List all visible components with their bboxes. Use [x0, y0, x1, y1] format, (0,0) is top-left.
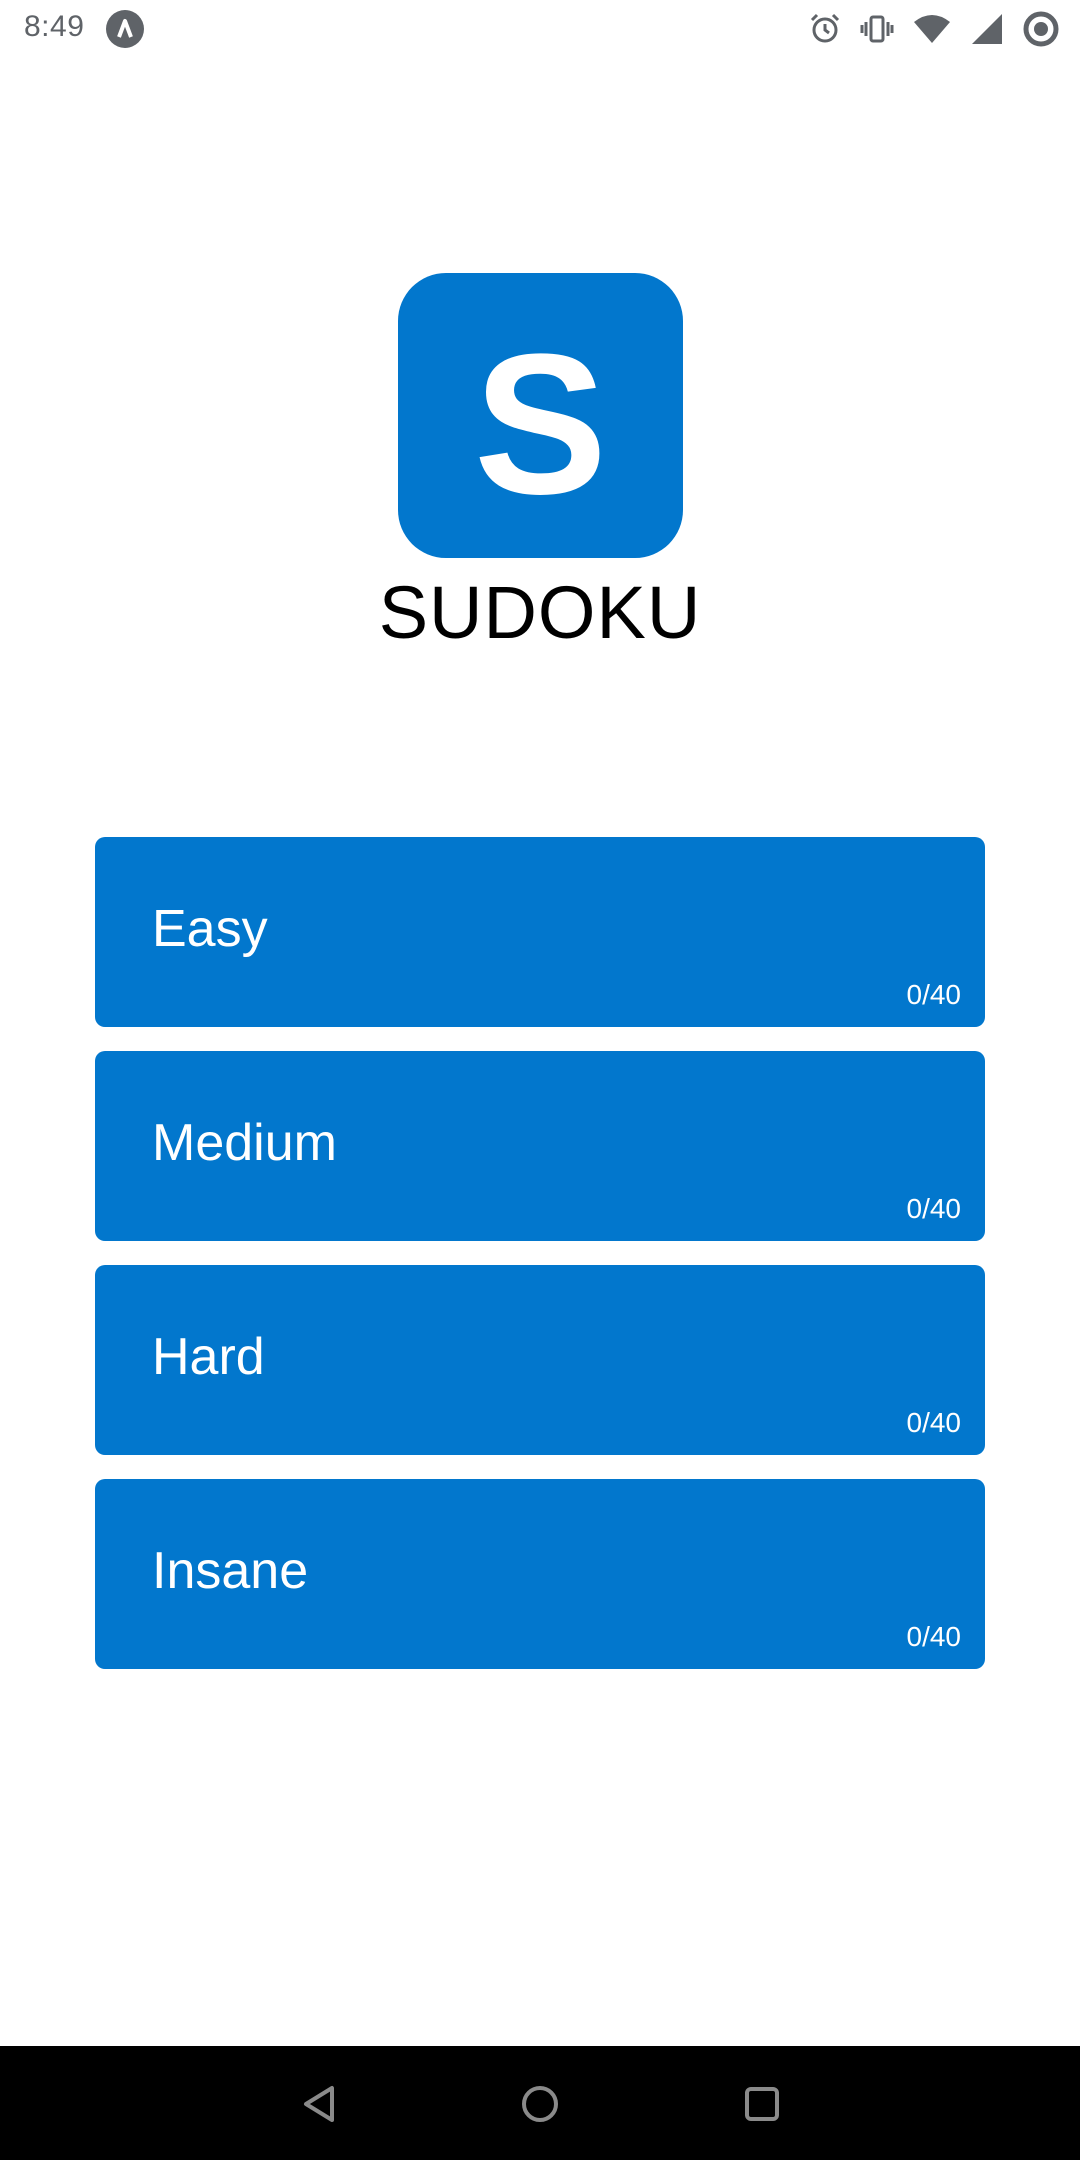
status-bar: 8:49	[0, 0, 1080, 58]
level-button-medium[interactable]: Medium 0/40	[95, 1051, 985, 1241]
vibrate-icon	[860, 12, 894, 46]
level-button-easy[interactable]: Easy 0/40	[95, 837, 985, 1027]
level-progress: 0/40	[906, 1621, 962, 1652]
level-button-insane[interactable]: Insane 0/40	[95, 1479, 985, 1669]
level-name: Hard	[152, 1328, 265, 1386]
status-icons	[808, 8, 1060, 50]
signal-icon	[970, 12, 1004, 46]
app-notification-icon	[106, 10, 144, 48]
level-progress: 0/40	[906, 979, 962, 1010]
alarm-icon	[808, 12, 842, 46]
wifi-icon	[912, 12, 952, 46]
back-icon[interactable]	[290, 2074, 350, 2134]
level-name: Easy	[152, 900, 268, 958]
screen: 8:49 S SUDOKU Easy 0/40 Medium 0/40 Hard…	[0, 0, 1080, 2160]
level-progress: 0/40	[906, 1407, 962, 1438]
home-icon[interactable]	[510, 2074, 570, 2134]
recents-icon[interactable]	[732, 2074, 792, 2134]
level-button-hard[interactable]: Hard 0/40	[95, 1265, 985, 1455]
status-time: 8:49	[24, 10, 85, 43]
level-name: Medium	[152, 1114, 337, 1172]
level-progress: 0/40	[906, 1193, 962, 1224]
level-name: Insane	[152, 1542, 309, 1600]
app-logo: S	[398, 273, 683, 558]
level-list: Easy 0/40 Medium 0/40 Hard 0/40 Insane 0…	[95, 837, 985, 1693]
app-title: SUDOKU	[378, 571, 702, 654]
logo-letter: S	[473, 312, 608, 536]
circle-status-icon	[1022, 10, 1060, 48]
navigation-bar	[0, 2046, 1080, 2160]
